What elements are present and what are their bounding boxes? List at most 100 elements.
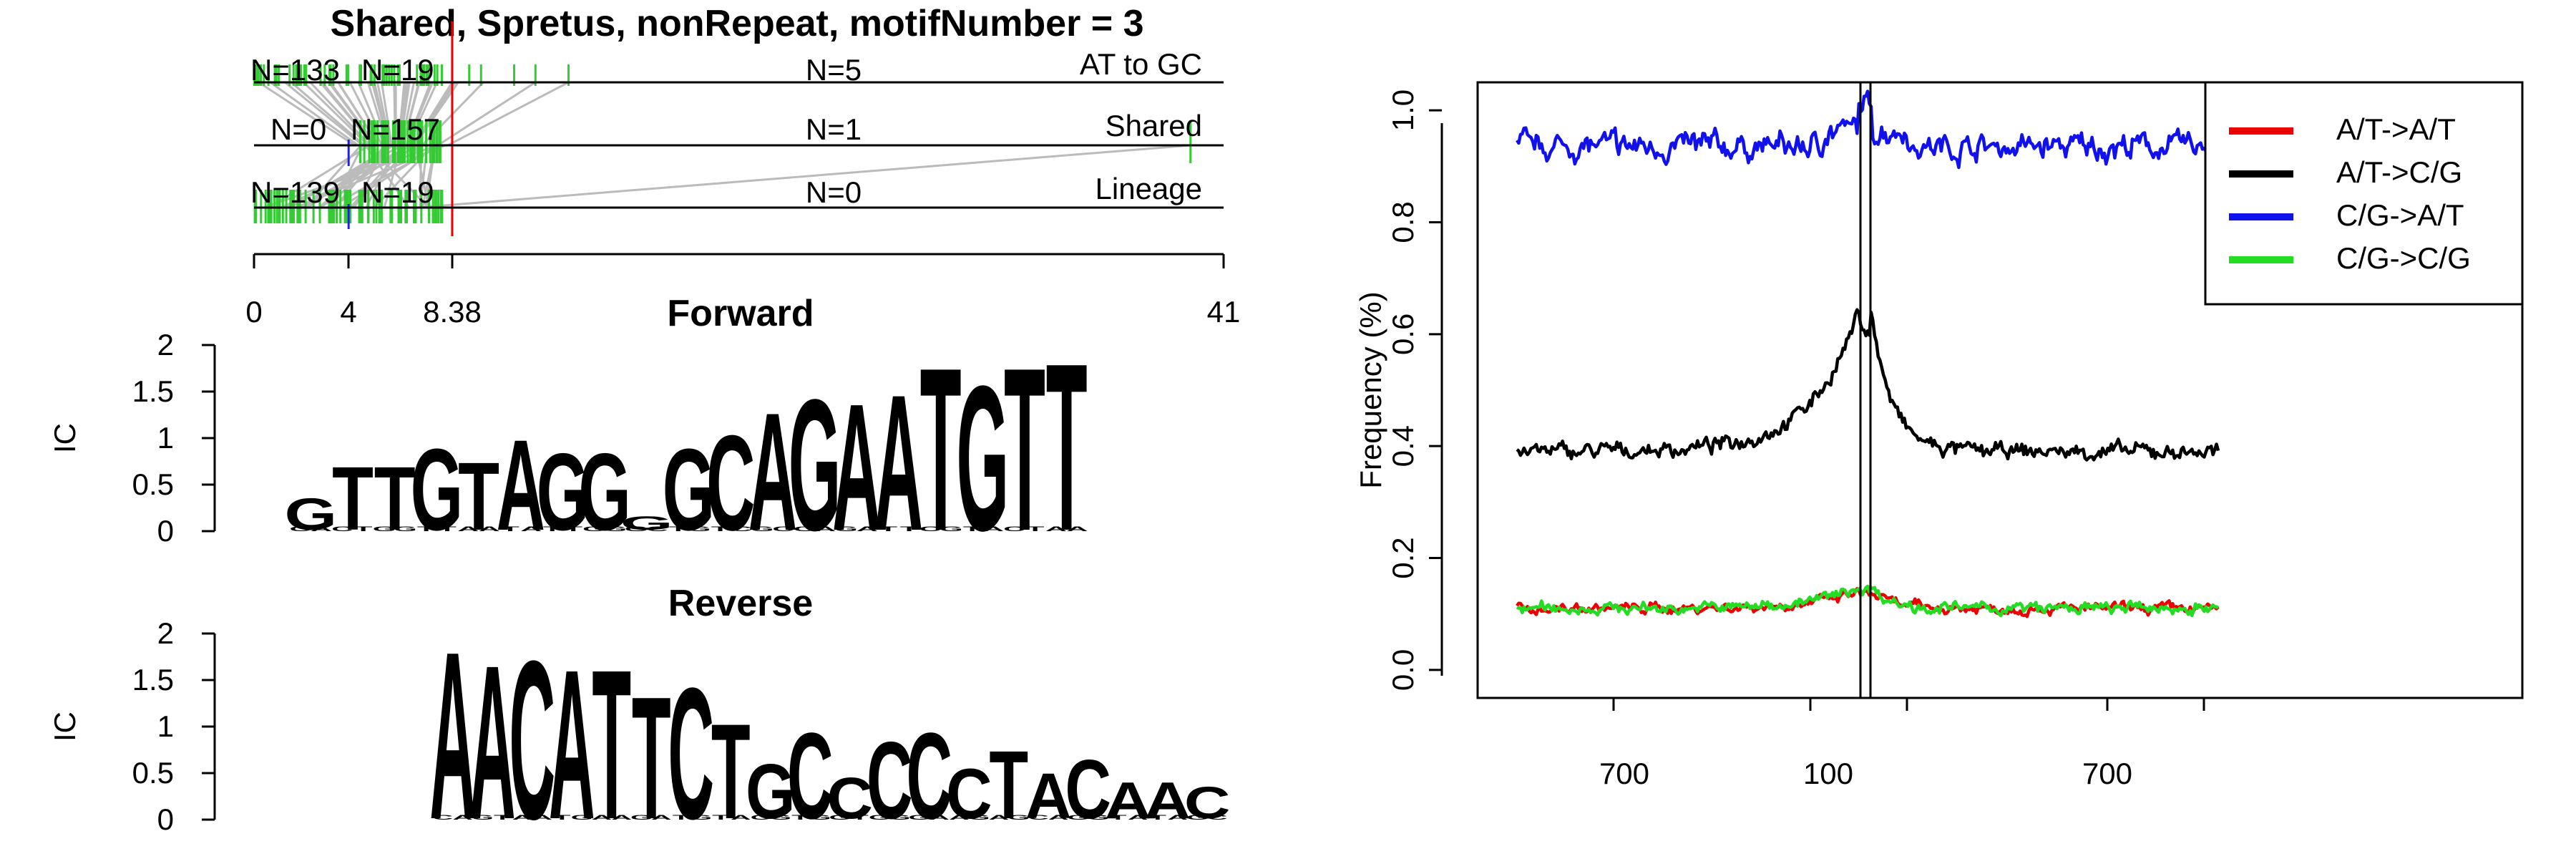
row2-n-left: N=0: [270, 112, 326, 146]
logo-letter-T: T: [711, 697, 751, 848]
row3-n-mid: N=19: [361, 175, 434, 209]
logo-letter-T: T: [711, 525, 730, 533]
legend-label-3: C/G->C/G: [2336, 241, 2471, 275]
reverse-y-tick-label: 0.5: [132, 756, 174, 790]
logo-letter-A: A: [520, 525, 542, 533]
logo-letter-C: C: [731, 525, 752, 533]
forward-logo-letters: GT TGTAGGGGCAGAATGT TC A C T GG T T A A T A T T GGGC T G T…: [285, 314, 1088, 581]
row1-n-right: N=5: [806, 53, 862, 87]
reverse-logo-panel: Reverse IC 2 1.5 1 0.5 0 AACAT TCTGCCCCCT…: [48, 583, 1231, 859]
freq-series: [1516, 89, 2220, 618]
reverse-y-ticks: 2 1.5 1 0.5 0: [132, 616, 215, 836]
logo-letter-C: C: [772, 525, 794, 533]
logo-letter-A: A: [457, 525, 479, 533]
row3-n-left: N=139: [250, 175, 340, 209]
logo-letter-T: T: [332, 448, 374, 549]
logo-letter-G: G: [956, 342, 1009, 574]
logo-letter-T: T: [673, 814, 691, 821]
legend-label-2: C/G->A/T: [2336, 198, 2464, 232]
logo-letter-G: G: [1186, 814, 1209, 821]
row1-n-left: N=133: [250, 53, 340, 87]
logo-letter-A: A: [512, 814, 533, 821]
reverse-ylabel: IC: [48, 712, 82, 742]
freq-y-ticks: 0.0 0.2 0.4 0.6 0.8 1.0: [1386, 89, 1442, 691]
track-connector: [416, 144, 1191, 209]
logo-letter-G: G: [889, 814, 911, 821]
freq-y-tick-label: 0.6: [1386, 314, 1420, 355]
logo-letter-C: C: [794, 525, 815, 533]
logo-letter-A: A: [731, 814, 751, 821]
logo-letter-A: A: [1066, 525, 1088, 533]
row2-n-mid: N=157: [351, 112, 440, 146]
freq-y-tick-label: 0.4: [1386, 425, 1420, 467]
reverse-title: Reverse: [668, 583, 813, 624]
forward-y-tick-label: 0.5: [132, 467, 174, 501]
logo-letter-T: T: [791, 814, 809, 821]
logo-letter-T: T: [417, 525, 436, 533]
logo-letter-T: T: [458, 442, 499, 550]
logo-letter-G: G: [834, 525, 858, 533]
logo-letter-G: G: [809, 814, 831, 821]
logo-letter-C: C: [919, 525, 941, 533]
logo-letter-A: A: [989, 814, 1010, 821]
freq-x-ticks: 700 100 700: [1599, 698, 2205, 790]
logo-letter-G: G: [1008, 814, 1030, 821]
logo-letter-A: A: [479, 525, 500, 533]
logo-letter-A: A: [1128, 814, 1148, 821]
legend: A/T->A/T A/T->C/G C/G->A/T C/G->C/G: [2204, 81, 2524, 306]
reverse-y-tick-label: 1: [157, 709, 174, 743]
logo-letter-T: T: [852, 814, 869, 821]
logo-letter-T: T: [669, 525, 688, 533]
logo-letter-C: C: [1028, 814, 1049, 821]
reverse-y-tick-label: 1.5: [132, 663, 174, 697]
logo-letter-G: G: [472, 814, 494, 821]
frequency-line-chart: Frequency (%) 0.0 0.2 0.4 0.6 0.8 1.0 70…: [1354, 81, 2524, 790]
series-line-3: [1516, 584, 2220, 618]
series-line-1: [1516, 308, 2220, 462]
track-connector: [447, 81, 570, 147]
logo-letter-A: A: [532, 814, 552, 821]
logo-letter-A: A: [874, 354, 923, 571]
figure: Shared, Spretus, nonRepeat, motifNumber …: [48, 3, 2524, 859]
row2-n-right: N=1: [806, 112, 862, 146]
logo-letter-C: C: [331, 525, 353, 533]
logo-letter-G: G: [968, 814, 990, 821]
logo-letter-A: A: [1167, 814, 1188, 821]
forward-ylabel: IC: [48, 423, 82, 453]
logo-letter-C: C: [290, 525, 311, 533]
forward-y-tick-label: 0: [157, 514, 174, 548]
logo-letter-A: A: [452, 814, 473, 821]
logo-letter-A: A: [1045, 525, 1067, 533]
forward-y-tick-label: 1.5: [132, 374, 174, 408]
logo-letter-C: C: [751, 814, 771, 821]
logo-letter-T: T: [374, 448, 416, 549]
reverse-y-tick-label: 0: [157, 802, 174, 836]
logo-letter-T: T: [438, 525, 457, 533]
logo-letter-T: T: [1004, 319, 1045, 579]
logo-letter-T: T: [543, 525, 562, 533]
logo-letter-G: G: [578, 432, 631, 554]
logo-letter-T: T: [1149, 814, 1167, 821]
logo-letter-T: T: [879, 525, 897, 533]
logo-letter-T: T: [592, 625, 631, 859]
logo-letter-T: T: [900, 525, 919, 533]
logo-letter-G: G: [411, 426, 464, 555]
logo-letter-A: A: [611, 814, 632, 821]
reverse-y-tick-label: 2: [157, 616, 174, 650]
logo-letter-G: G: [869, 814, 891, 821]
logo-letter-A: A: [982, 525, 1004, 533]
logo-letter-C: C: [433, 814, 454, 821]
logo-letter-G: G: [1087, 814, 1109, 821]
logo-letter-G: G: [582, 525, 606, 533]
logo-letter-T: T: [501, 525, 519, 533]
logo-letter-T: T: [712, 814, 730, 821]
logo-letter-T: T: [494, 814, 512, 821]
logo-letter-C: C: [1003, 525, 1025, 533]
motif-position-panel: Shared, Spretus, nonRepeat, motifNumber …: [245, 3, 1240, 329]
freq-y-tick-label: 0.8: [1386, 201, 1420, 243]
logo-letter-G: G: [769, 814, 791, 821]
row1-label: AT to GC: [1080, 47, 1202, 81]
logo-letter-T: T: [963, 525, 982, 533]
freq-ylabel: Frequency (%): [1354, 291, 1387, 488]
logo-letter-G: G: [829, 814, 851, 821]
